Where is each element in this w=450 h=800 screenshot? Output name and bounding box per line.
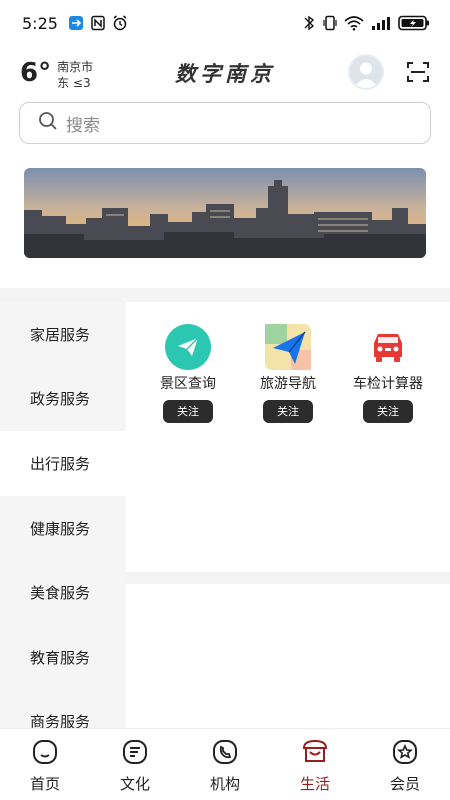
tab-label: 生活: [299, 775, 330, 793]
category-item-home-service[interactable]: 家居服务: [0, 302, 126, 367]
car-inspection-icon: [365, 324, 411, 370]
culture-icon: [122, 739, 148, 769]
status-left: 5:25: [22, 14, 128, 33]
header: 6° 南京市 东 ≤3 数字南京: [0, 50, 450, 100]
home-icon: [32, 739, 58, 769]
category-item-food-service[interactable]: 美食服务: [0, 560, 126, 625]
tab-label: 机构: [209, 775, 240, 793]
category-label: 政务服务: [30, 390, 91, 409]
category-label: 美食服务: [30, 584, 91, 603]
battery-charging-icon: [398, 15, 430, 31]
category-label: 家居服务: [30, 325, 91, 344]
member-icon: [392, 739, 418, 769]
follow-button[interactable]: 关注: [163, 400, 213, 423]
tab-life[interactable]: 生活: [270, 729, 360, 800]
tab-culture[interactable]: 文化: [90, 729, 180, 800]
tab-label: 会员: [389, 775, 420, 793]
content-divider: [126, 572, 450, 584]
tab-institution[interactable]: 机构: [180, 729, 270, 800]
category-label: 商务服务: [30, 713, 91, 728]
avatar[interactable]: [348, 54, 384, 90]
category-label: 教育服务: [30, 648, 91, 667]
category-label: 出行服务: [30, 454, 91, 473]
search-placeholder: 搜索: [66, 115, 100, 136]
search-icon: [38, 111, 58, 135]
service-label: 车检计算器: [353, 376, 423, 392]
service-travel-navigation[interactable]: 旅游导航 关注: [238, 324, 338, 423]
status-bar: 5:25: [0, 0, 450, 46]
scenic-paper-plane-icon: [165, 324, 211, 370]
service-grid: 景区查询 关注 旅游导航 关注 车检计算器 关注: [126, 302, 450, 572]
status-right: [302, 15, 430, 31]
wifi-icon: [344, 15, 364, 31]
service-car-inspection-calculator[interactable]: 车检计算器 关注: [338, 324, 438, 423]
navigation-map-icon: [265, 324, 311, 370]
service-scenic-query[interactable]: 景区查询 关注: [138, 324, 238, 423]
scan-icon[interactable]: [406, 60, 430, 84]
mute-icon: [323, 15, 337, 31]
follow-button[interactable]: 关注: [263, 400, 313, 423]
tab-home[interactable]: 首页: [0, 729, 90, 800]
tab-label: 文化: [119, 775, 150, 793]
bottom-tab-bar: 首页 文化 机构 生活 会员: [0, 728, 450, 800]
category-item-business-service[interactable]: 商务服务: [0, 690, 126, 728]
tab-label: 首页: [29, 775, 60, 793]
service-label: 景区查询: [160, 376, 216, 392]
signal-icon: [371, 16, 391, 30]
nfc-icon: [90, 15, 106, 31]
app-notification-icon: [68, 15, 84, 31]
city-skyline-banner[interactable]: [24, 168, 426, 258]
institution-icon: [212, 739, 238, 769]
alarm-icon: [112, 15, 128, 31]
tab-member[interactable]: 会员: [360, 729, 450, 800]
category-item-education-service[interactable]: 教育服务: [0, 625, 126, 690]
follow-button[interactable]: 关注: [363, 400, 413, 423]
vibrate-icon: [302, 15, 316, 31]
life-icon: [301, 739, 329, 769]
section-divider: [0, 288, 450, 302]
status-time: 5:25: [22, 13, 58, 33]
category-item-health-service[interactable]: 健康服务: [0, 496, 126, 561]
category-item-government-service[interactable]: 政务服务: [0, 367, 126, 432]
category-sidebar: 家居服务 政务服务 出行服务 健康服务 美食服务 教育服务 商务服务: [0, 302, 126, 728]
service-label: 旅游导航: [260, 376, 316, 392]
search-bar[interactable]: 搜索: [19, 102, 431, 144]
category-item-travel-service[interactable]: 出行服务: [0, 431, 126, 496]
category-label: 健康服务: [30, 519, 91, 538]
